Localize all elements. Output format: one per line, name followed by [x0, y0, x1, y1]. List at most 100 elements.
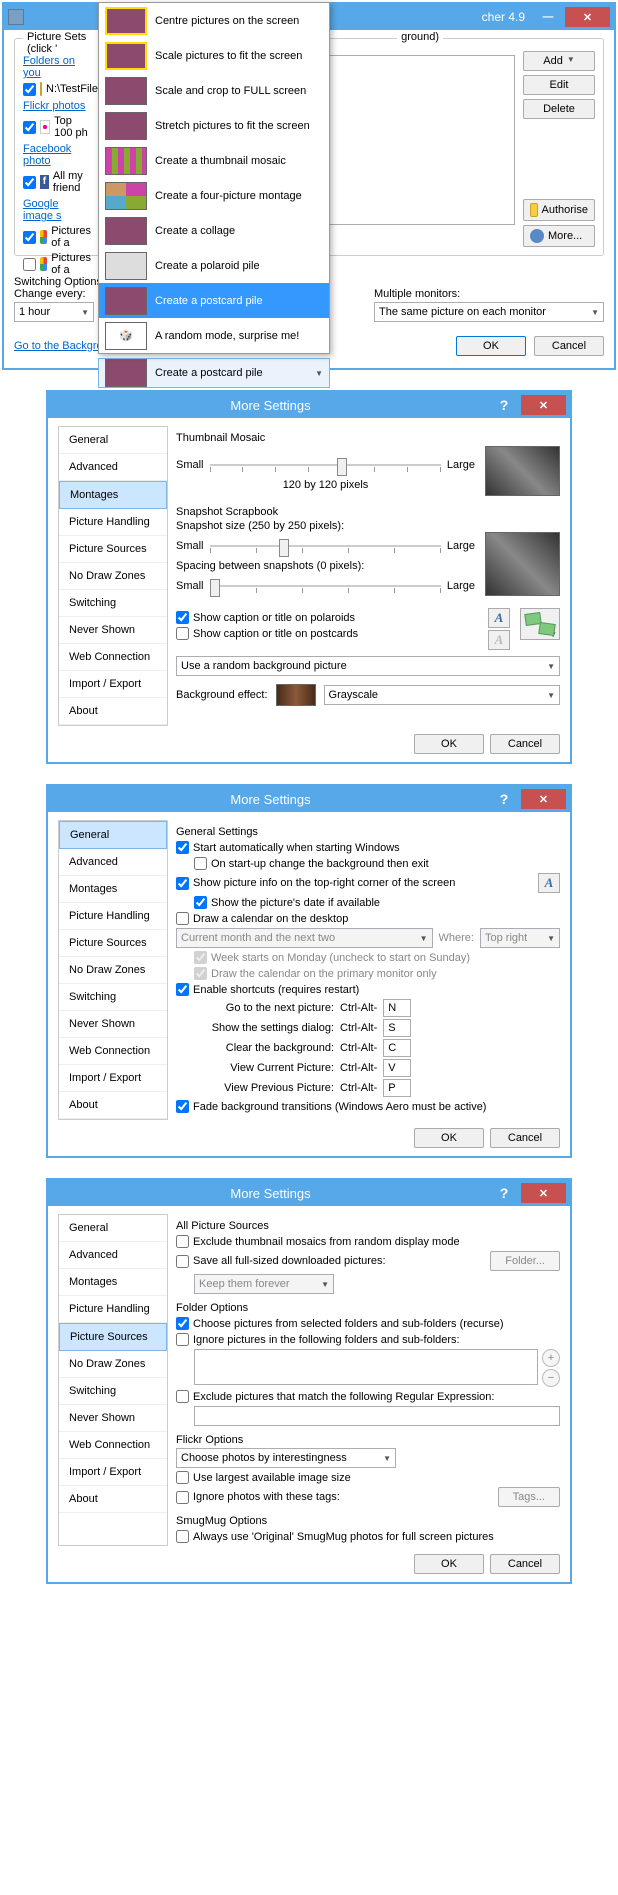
- postcard-font-button[interactable]: A: [488, 630, 510, 650]
- tab-picture-handling[interactable]: Picture Handling: [59, 903, 167, 930]
- cancel-button[interactable]: Cancel: [490, 1554, 560, 1574]
- tab-no-draw[interactable]: No Draw Zones: [59, 563, 167, 590]
- shortcut-prev-key[interactable]: [383, 1079, 411, 1097]
- tab-import-export[interactable]: Import / Export: [59, 671, 167, 698]
- shortcut-clear-key[interactable]: [383, 1039, 411, 1057]
- exclude-mosaic-checkbox[interactable]: [176, 1235, 189, 1248]
- tab-about[interactable]: About: [59, 1092, 167, 1119]
- ok-button[interactable]: OK: [414, 1128, 484, 1148]
- show-info-checkbox[interactable]: [176, 877, 189, 890]
- draw-calendar-checkbox[interactable]: [176, 912, 189, 925]
- recurse-checkbox[interactable]: [176, 1317, 189, 1330]
- mode-scale-fit[interactable]: Scale pictures to fit the screen: [99, 38, 329, 73]
- folders-group-link[interactable]: Folders on you: [23, 55, 91, 79]
- montage-style-button[interactable]: ▼: [520, 608, 560, 640]
- tab-picture-handling[interactable]: Picture Handling: [59, 1296, 167, 1323]
- tab-switching[interactable]: Switching: [59, 984, 167, 1011]
- polaroid-font-button[interactable]: A: [488, 608, 510, 628]
- enable-shortcuts-checkbox[interactable]: [176, 983, 189, 996]
- ok-button[interactable]: OK: [456, 336, 526, 356]
- tab-no-draw[interactable]: No Draw Zones: [59, 957, 167, 984]
- flickr-checkbox[interactable]: [23, 121, 36, 134]
- mode-mosaic[interactable]: Create a thumbnail mosaic: [99, 143, 329, 178]
- delete-button[interactable]: Delete: [523, 99, 595, 119]
- tab-web-conn[interactable]: Web Connection: [59, 1432, 167, 1459]
- help-button[interactable]: ?: [489, 1183, 519, 1203]
- mode-random[interactable]: 🎲A random mode, surprise me!: [99, 318, 329, 353]
- interval-dropdown[interactable]: 1 hour▼: [14, 302, 94, 322]
- tab-import-export[interactable]: Import / Export: [59, 1065, 167, 1092]
- flickr-sort-dropdown[interactable]: Choose photos by interestingness▼: [176, 1448, 396, 1468]
- tab-no-draw[interactable]: No Draw Zones: [59, 1351, 167, 1378]
- edit-button[interactable]: Edit: [523, 75, 595, 95]
- tab-montages[interactable]: Montages: [59, 481, 167, 509]
- mosaic-size-slider[interactable]: [210, 455, 441, 475]
- ignore-folders-checkbox[interactable]: [176, 1333, 189, 1346]
- facebook-group-link[interactable]: Facebook photo: [23, 143, 91, 167]
- tab-web-conn[interactable]: Web Connection: [59, 644, 167, 671]
- close-button[interactable]: ✕: [521, 1183, 566, 1203]
- close-button[interactable]: ✕: [521, 395, 566, 415]
- show-date-checkbox[interactable]: [194, 896, 207, 909]
- regex-textbox[interactable]: [194, 1406, 560, 1426]
- shortcut-view-key[interactable]: [383, 1059, 411, 1077]
- tab-advanced[interactable]: Advanced: [59, 454, 167, 481]
- add-ignore-folder-button[interactable]: +: [542, 1349, 560, 1367]
- shortcut-next-key[interactable]: [383, 999, 411, 1017]
- google-checkbox-2[interactable]: [23, 258, 36, 271]
- shortcut-settings-key[interactable]: [383, 1019, 411, 1037]
- flickr-group-link[interactable]: Flickr photos: [23, 100, 91, 112]
- background-picture-dropdown[interactable]: Use a random background picture▼: [176, 656, 560, 676]
- tab-picture-sources[interactable]: Picture Sources: [59, 536, 167, 563]
- tab-general[interactable]: General: [59, 427, 167, 454]
- mode-postcard[interactable]: Create a postcard pile: [99, 283, 329, 318]
- cancel-button[interactable]: Cancel: [490, 1128, 560, 1148]
- ignore-folders-textbox[interactable]: [194, 1349, 538, 1385]
- tab-switching[interactable]: Switching: [59, 1378, 167, 1405]
- tab-picture-sources[interactable]: Picture Sources: [59, 930, 167, 957]
- ok-button[interactable]: OK: [414, 734, 484, 754]
- more-button[interactable]: More...: [523, 225, 595, 247]
- startup-change-checkbox[interactable]: [194, 857, 207, 870]
- ignore-tags-checkbox[interactable]: [176, 1491, 189, 1504]
- tags-button[interactable]: Tags...: [498, 1487, 560, 1507]
- folder-checkbox[interactable]: [23, 83, 36, 96]
- tab-about[interactable]: About: [59, 1486, 167, 1513]
- tab-advanced[interactable]: Advanced: [59, 1242, 167, 1269]
- add-button[interactable]: Add▼: [523, 51, 595, 71]
- tab-montages[interactable]: Montages: [59, 1269, 167, 1296]
- tab-general[interactable]: General: [59, 821, 167, 849]
- folder-button[interactable]: Folder...: [490, 1251, 560, 1271]
- bg-effect-dropdown[interactable]: Grayscale▼: [324, 685, 560, 705]
- mode-combobox[interactable]: Create a postcard pile ▼: [98, 358, 330, 388]
- exclude-regex-checkbox[interactable]: [176, 1390, 189, 1403]
- tab-advanced[interactable]: Advanced: [59, 849, 167, 876]
- tab-switching[interactable]: Switching: [59, 590, 167, 617]
- tab-never-shown[interactable]: Never Shown: [59, 617, 167, 644]
- start-auto-checkbox[interactable]: [176, 841, 189, 854]
- ok-button[interactable]: OK: [414, 1554, 484, 1574]
- calendar-position-dropdown[interactable]: Top right▼: [480, 928, 560, 948]
- tab-general[interactable]: General: [59, 1215, 167, 1242]
- mode-polaroid[interactable]: Create a polaroid pile: [99, 248, 329, 283]
- calendar-months-dropdown[interactable]: Current month and the next two▼: [176, 928, 433, 948]
- authorise-button[interactable]: Authorise: [523, 199, 595, 221]
- tab-picture-sources[interactable]: Picture Sources: [59, 1323, 167, 1351]
- monitor-mode-dropdown[interactable]: The same picture on each monitor▼: [374, 302, 604, 322]
- mode-stretch[interactable]: Stretch pictures to fit the screen: [99, 108, 329, 143]
- cancel-button[interactable]: Cancel: [490, 734, 560, 754]
- mode-four-pic[interactable]: Create a four-picture montage: [99, 178, 329, 213]
- mode-collage[interactable]: Create a collage: [99, 213, 329, 248]
- smugmug-original-checkbox[interactable]: [176, 1530, 189, 1543]
- keep-duration-dropdown[interactable]: Keep them forever▼: [194, 1274, 334, 1294]
- cancel-button[interactable]: Cancel: [534, 336, 604, 356]
- save-full-checkbox[interactable]: [176, 1255, 189, 1268]
- tab-never-shown[interactable]: Never Shown: [59, 1405, 167, 1432]
- google-checkbox-1[interactable]: [23, 231, 36, 244]
- caption-postcard-checkbox[interactable]: [176, 627, 189, 640]
- snapshot-size-slider[interactable]: [210, 536, 441, 556]
- largest-checkbox[interactable]: [176, 1471, 189, 1484]
- close-button[interactable]: ✕: [521, 789, 566, 809]
- help-button[interactable]: ?: [489, 395, 519, 415]
- mode-centre[interactable]: Centre pictures on the screen: [99, 3, 329, 38]
